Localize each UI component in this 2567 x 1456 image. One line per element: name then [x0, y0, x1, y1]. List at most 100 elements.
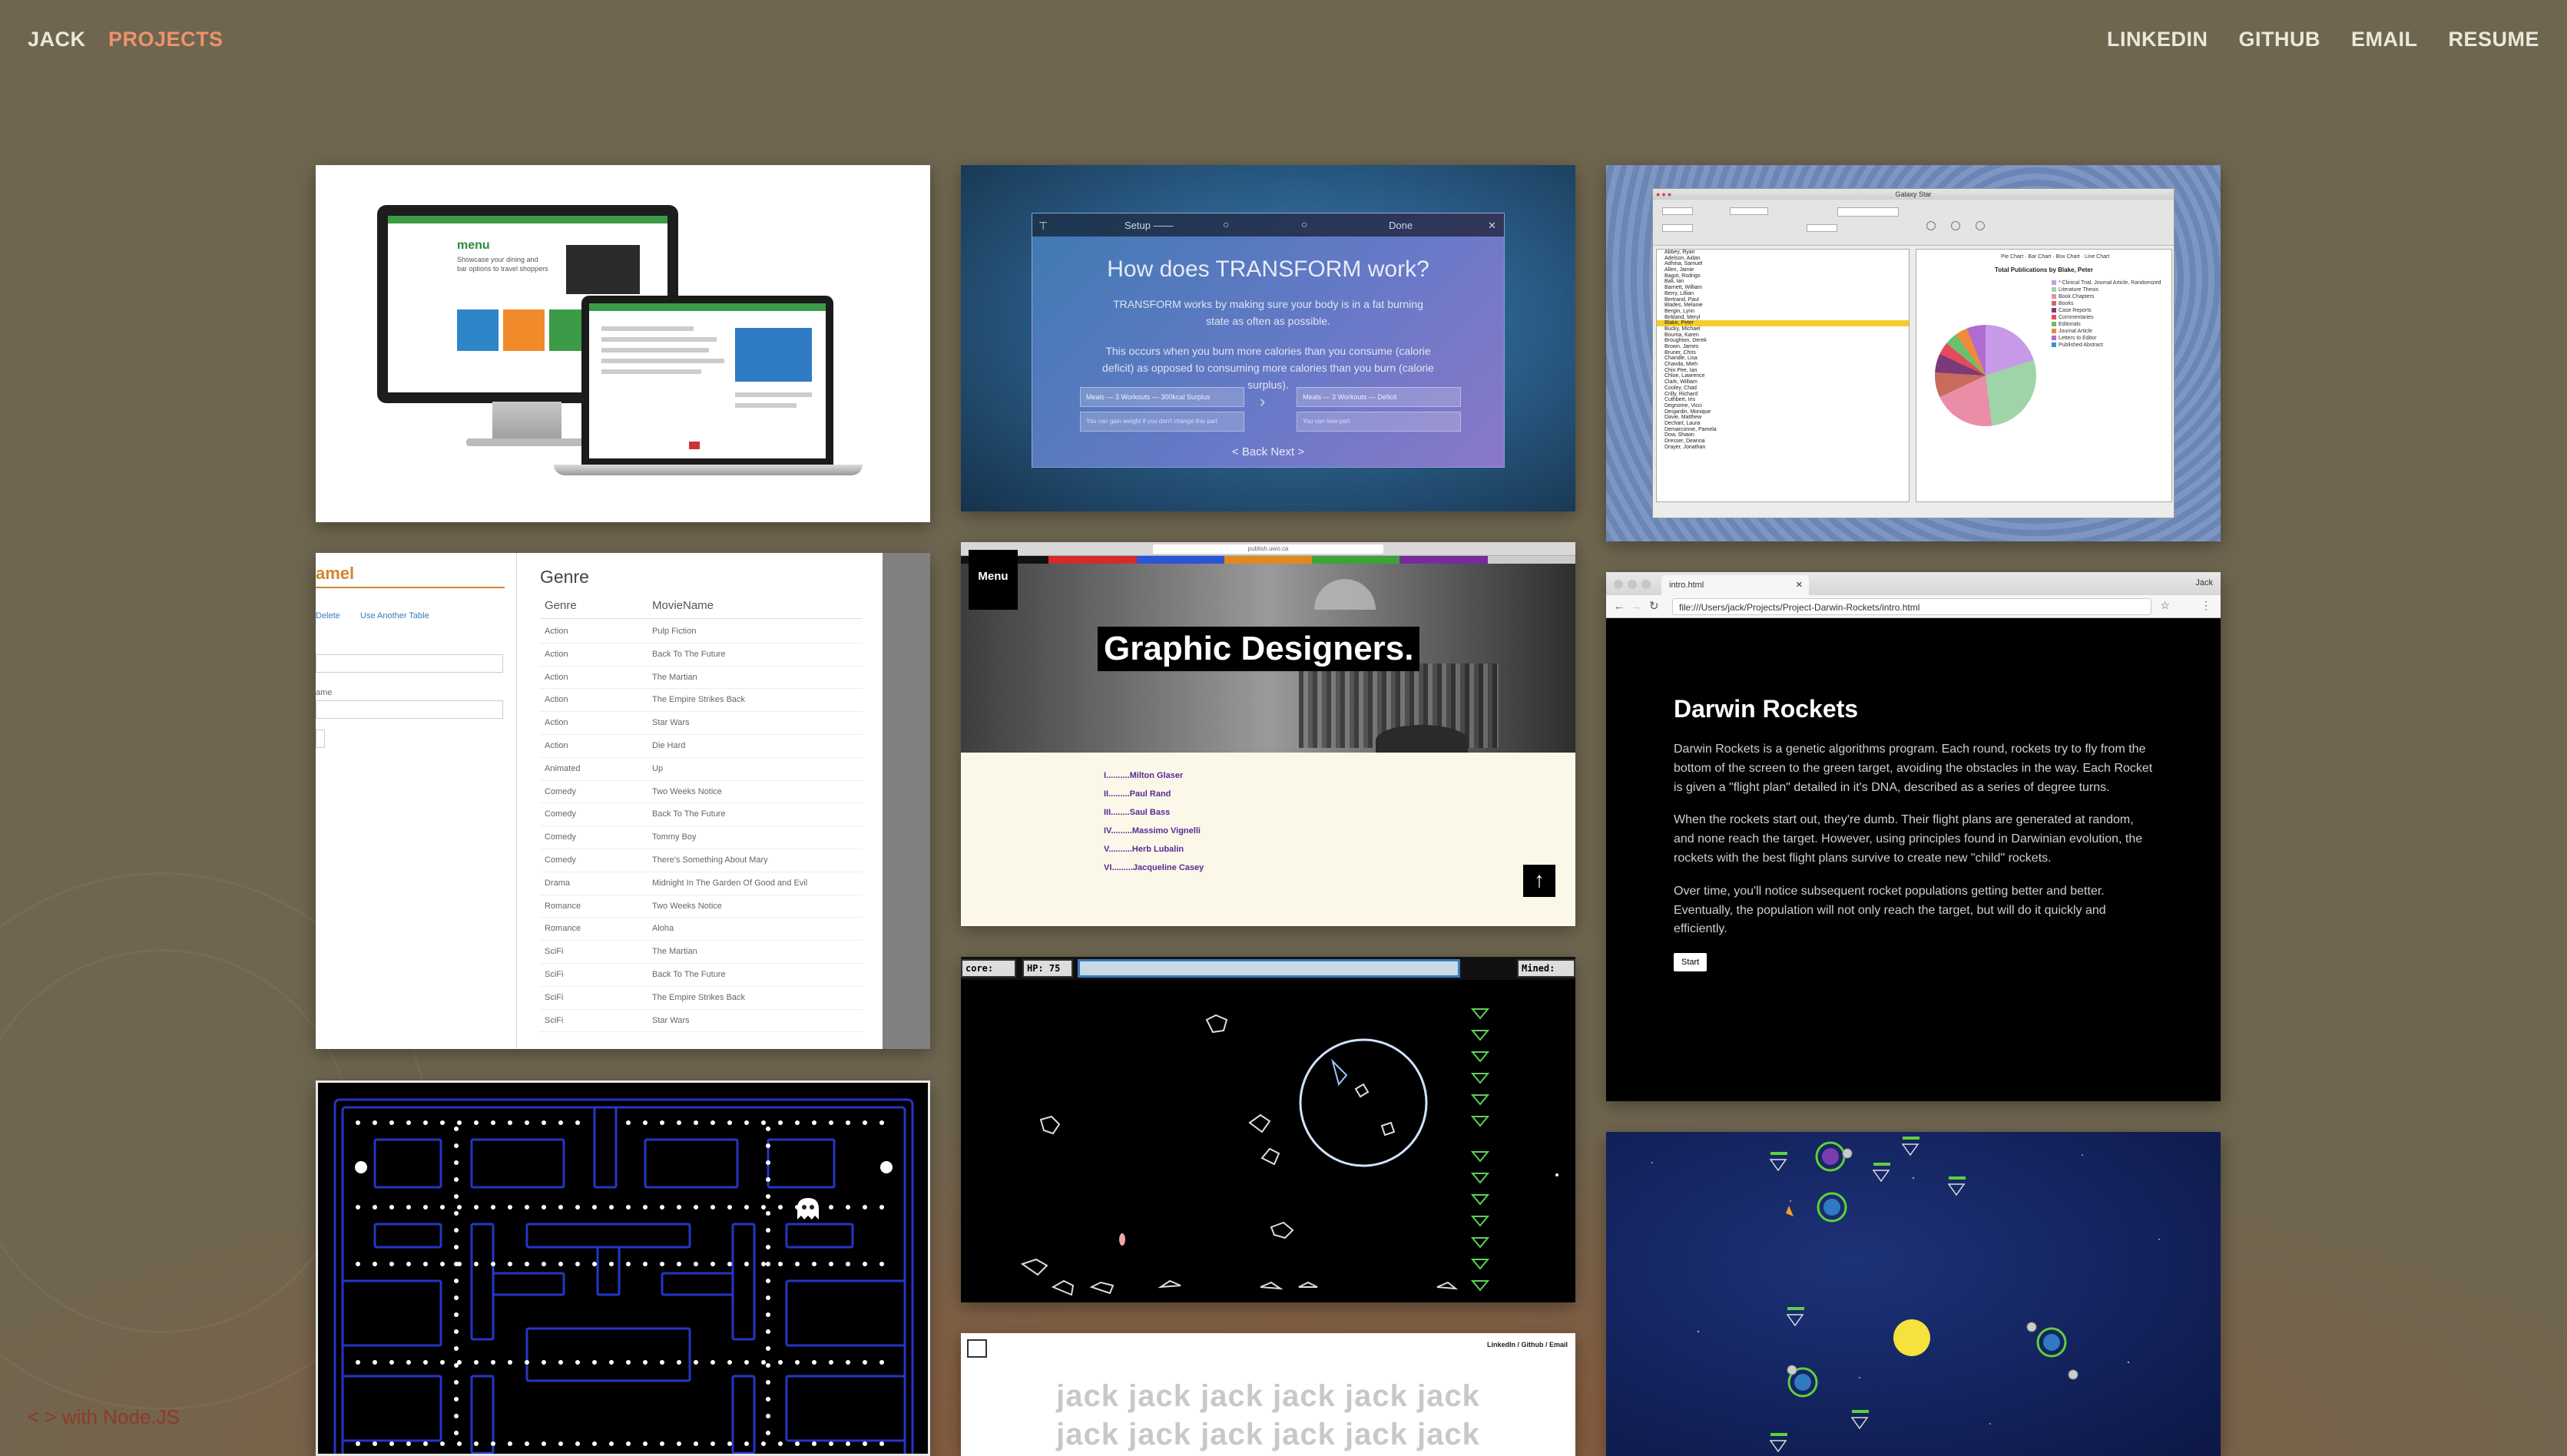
- toolbar-icon[interactable]: [1926, 221, 1936, 230]
- nav-projects-link[interactable]: PROJECTS: [108, 28, 224, 51]
- window-controls-icon[interactable]: ●●●: [1656, 189, 1673, 200]
- member-row[interactable]: Cuthbert, Iris: [1657, 397, 1909, 403]
- chart-type-options[interactable]: Pie Chart · Bar Chart · Box Chart · Line…: [2001, 254, 2109, 260]
- browser-tab[interactable]: intro.html ✕: [1661, 575, 1809, 595]
- sql-input[interactable]: [316, 700, 503, 719]
- reload-icon[interactable]: ↻: [1649, 599, 1659, 613]
- member-list[interactable]: Abbey, Ryan Adelson, Aidan Adhina, Samuel A…: [1656, 249, 1910, 502]
- member-row[interactable]: Berry, Lillian: [1657, 291, 1909, 297]
- member-row[interactable]: Brown, James: [1657, 344, 1909, 350]
- project-card-graphic-designers[interactable]: publish.uwo.ca Menu Graphic Designers. I…: [961, 542, 1575, 926]
- toolbar-icon[interactable]: [1976, 221, 1985, 230]
- member-row[interactable]: Chin Pee, Ian: [1657, 368, 1909, 374]
- pellet: [491, 1205, 495, 1209]
- project-card-sql[interactable]: amel Delete Use Another Table ame Genre …: [316, 553, 930, 1049]
- pellet: [525, 1360, 529, 1365]
- pellet: [766, 1228, 770, 1233]
- url-field[interactable]: file:///Users/jack/Projects/Project-Darw…: [1672, 598, 2151, 615]
- member-row[interactable]: Davie, Matthew: [1657, 415, 1909, 421]
- project-card-pacman[interactable]: [316, 1080, 930, 1456]
- designer-link[interactable]: VI.........Jacqueline Casey: [1104, 863, 1204, 872]
- member-row[interactable]: Drayer, Jonathan: [1657, 445, 1909, 451]
- menu-dots-icon[interactable]: ⋮: [2201, 599, 2211, 612]
- window-close-icon[interactable]: [1614, 580, 1623, 589]
- member-row[interactable]: Chandle, Lisa: [1657, 356, 1909, 362]
- member-row[interactable]: Allen, Jamie: [1657, 267, 1909, 273]
- star-icon[interactable]: ☆: [2160, 599, 2170, 612]
- menu-button[interactable]: Menu: [969, 550, 1018, 610]
- member-row[interactable]: Bagot, Rodrigo: [1657, 273, 1909, 280]
- menu-icon[interactable]: [967, 1339, 987, 1358]
- designer-link[interactable]: IV.........Massimo Vignelli: [1104, 826, 1201, 836]
- menu-tagline: Showcase your dining and bar options to …: [457, 256, 548, 273]
- project-card-asteroids[interactable]: core: 339 HP: 75 Mined: 180: [961, 957, 1575, 1302]
- transform-nav[interactable]: < Back Next >: [1032, 445, 1504, 458]
- close-tab-icon[interactable]: ✕: [1796, 580, 1803, 590]
- designer-link[interactable]: III........Saul Bass: [1104, 808, 1170, 817]
- member-row[interactable]: Dow, Shawn: [1657, 432, 1909, 438]
- arrow-up-icon[interactable]: ↑: [1523, 865, 1555, 897]
- designer-link[interactable]: II.........Paul Rand: [1104, 789, 1171, 799]
- nav-linkedin-link[interactable]: LINKEDIN: [2107, 28, 2208, 51]
- member-row[interactable]: Broughton, Derek: [1657, 338, 1909, 344]
- member-row[interactable]: Adhina, Samuel: [1657, 261, 1909, 267]
- member-row[interactable]: Barnett, William: [1657, 285, 1909, 291]
- member-row[interactable]: Desjardin, Monique: [1657, 409, 1909, 415]
- member-row[interactable]: Abbey, Ryan: [1657, 250, 1909, 256]
- address-bar[interactable]: publish.uwo.ca: [1153, 544, 1383, 554]
- nav-github-link[interactable]: GITHUB: [2238, 28, 2320, 51]
- member-row[interactable]: Chloe, Lawrence: [1657, 373, 1909, 379]
- window-minimize-icon[interactable]: [1628, 580, 1637, 589]
- pellet: [454, 1296, 459, 1300]
- pellet: [677, 1262, 681, 1266]
- start-button[interactable]: Start: [1674, 953, 1707, 972]
- designer-link[interactable]: I..........Milton Glaser: [1104, 771, 1183, 780]
- pellet: [454, 1143, 459, 1148]
- pellet: [389, 1120, 394, 1125]
- member-row[interactable]: Bali, Ian: [1657, 279, 1909, 285]
- back-icon[interactable]: ←: [1614, 600, 1625, 612]
- nav-resume-link[interactable]: RESUME: [2448, 28, 2539, 51]
- member-row[interactable]: Dresser, Deanna: [1657, 438, 1909, 445]
- sql-input[interactable]: [316, 654, 503, 673]
- pellet: [508, 1360, 512, 1365]
- project-card-menu[interactable]: menu Showcase your dining and bar option…: [316, 165, 930, 522]
- member-row[interactable]: Cooley, Chad: [1657, 386, 1909, 392]
- pellet: [592, 1262, 597, 1266]
- close-icon[interactable]: ✕: [1488, 220, 1496, 232]
- member-row[interactable]: Bertrand, Paul: [1657, 297, 1909, 303]
- member-row[interactable]: Crilly, Richard: [1657, 392, 1909, 398]
- forward-icon[interactable]: →: [1631, 600, 1641, 612]
- jack-links[interactable]: LinkedIn / Github / Email: [1487, 1341, 1568, 1348]
- member-row[interactable]: Demarconne, Pamela: [1657, 427, 1909, 433]
- pellet: [525, 1205, 529, 1209]
- member-row[interactable]: Bergin, Lynn: [1657, 309, 1909, 315]
- delete-link[interactable]: Delete: [316, 611, 340, 620]
- use-another-table-link[interactable]: Use Another Table: [360, 611, 429, 620]
- nav-email-link[interactable]: EMAIL: [2351, 28, 2418, 51]
- legend-label: Case Reports: [2059, 308, 2092, 313]
- project-card-galaxy-star[interactable]: ●●● Galaxy Star Abbey, Ryan Adelson, Aida…: [1606, 165, 2221, 541]
- member-row[interactable]: Bruner, Chris: [1657, 350, 1909, 356]
- project-card-jack[interactable]: LinkedIn / Github / Email jack jack jack…: [961, 1333, 1575, 1456]
- member-row[interactable]: Blake, Peter: [1657, 320, 1909, 326]
- toolbar-icon[interactable]: [1951, 221, 1960, 230]
- legend-item: Commentaries: [2052, 315, 2094, 320]
- nav-brand-link[interactable]: JACK: [28, 28, 86, 51]
- member-row[interactable]: Birkland, Meryl: [1657, 315, 1909, 321]
- project-card-darwin-rockets[interactable]: intro.html ✕ Jack ← → ↻ file:///Users/ja…: [1606, 572, 2221, 1101]
- member-row[interactable]: Bouma, Karen: [1657, 333, 1909, 339]
- pellet: [778, 1120, 783, 1125]
- member-row[interactable]: Blades, Melanie: [1657, 303, 1909, 309]
- project-card-space[interactable]: [1606, 1132, 2221, 1456]
- member-row[interactable]: Adelson, Aidan: [1657, 256, 1909, 262]
- member-row[interactable]: Bucky, Michael: [1657, 326, 1909, 333]
- window-zoom-icon[interactable]: [1641, 580, 1651, 589]
- member-row[interactable]: Clark, William: [1657, 379, 1909, 386]
- designer-link[interactable]: V..........Herb Lubalin: [1104, 845, 1184, 854]
- member-row[interactable]: Dechart, Laura: [1657, 421, 1909, 427]
- project-card-transform[interactable]: ⊤ Setup —— ○ ○ Done ✕ How does TRANSFORM…: [961, 165, 1575, 511]
- member-row[interactable]: Chavda, Mieh: [1657, 362, 1909, 368]
- member-row[interactable]: Degnome, Vicci: [1657, 403, 1909, 409]
- sql-button[interactable]: [316, 730, 325, 748]
